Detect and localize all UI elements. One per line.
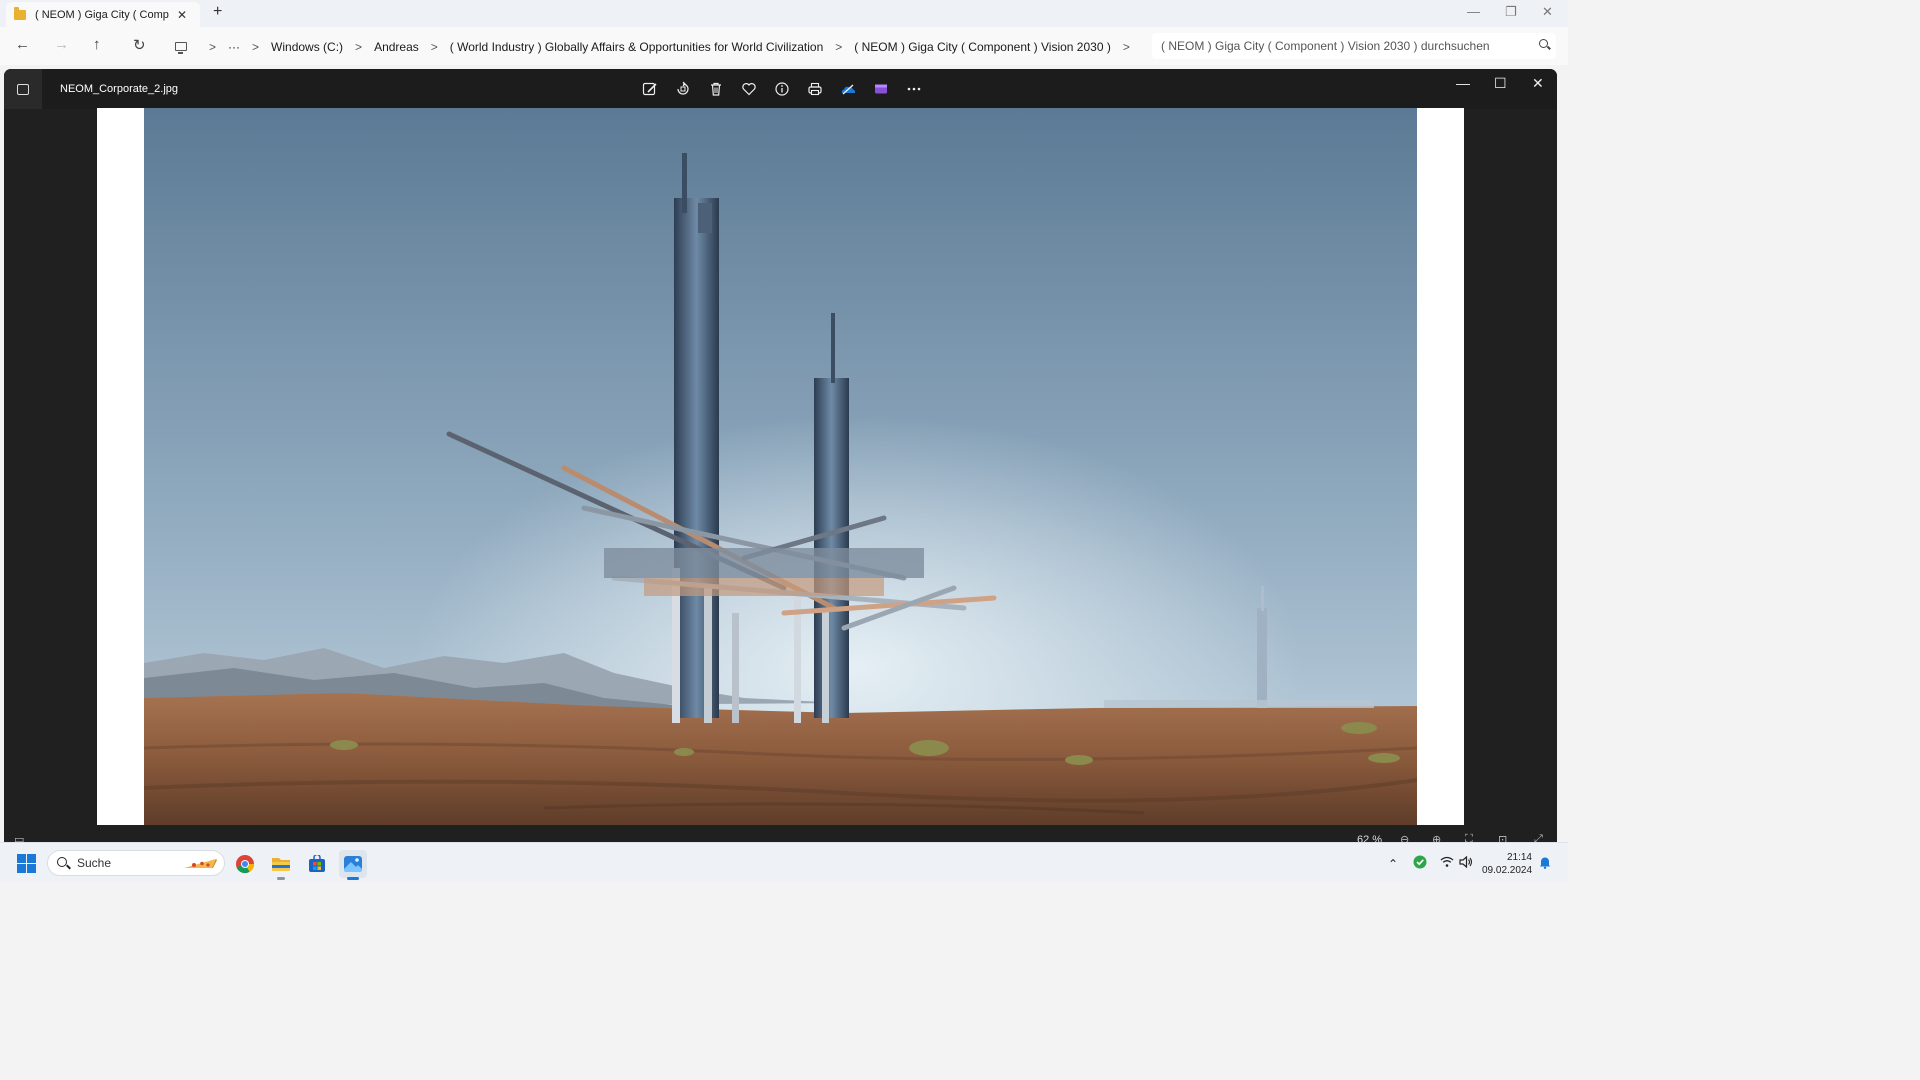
microsoft-store-icon[interactable]	[303, 850, 331, 878]
taskbar-clock[interactable]: 21:14 09.02.2024	[1482, 851, 1532, 877]
breadcrumb-more[interactable]: ···	[228, 40, 240, 54]
breadcrumb-user[interactable]: Andreas	[374, 40, 419, 54]
chevron-right-icon[interactable]: >	[209, 40, 216, 54]
fit-to-window-icon[interactable]: ⛶	[1465, 833, 1473, 842]
photos-viewer-window: NEOM_Corporate_2.jpg — ☐ ✕ ▭ 62 % ⊖ ⊕ ⛶ …	[4, 69, 1557, 842]
start-button[interactable]	[17, 854, 36, 873]
search-label: Suche	[77, 856, 112, 870]
close-tab-icon[interactable]: ✕	[177, 8, 187, 22]
file-name: NEOM_Corporate_2.jpg	[60, 83, 179, 95]
forward-button[interactable]: →	[54, 36, 69, 53]
folder-search-input[interactable]: ( NEOM ) Giga City ( Component ) Vision …	[1152, 33, 1556, 59]
chevron-right-icon[interactable]: >	[1123, 40, 1130, 54]
close-window-button[interactable]: ✕	[1542, 4, 1553, 20]
show-hidden-icons-chevron[interactable]: ⌃	[1388, 857, 1398, 871]
breadcrumb-folder[interactable]: ( World Industry ) Globally Affairs & Op…	[450, 40, 823, 54]
clipchamp-icon[interactable]	[871, 79, 891, 99]
actual-size-icon[interactable]: ⊡	[1498, 833, 1507, 842]
fullscreen-icon[interactable]: ⤢	[1534, 833, 1543, 842]
file-explorer-icon[interactable]	[267, 850, 295, 880]
refresh-button[interactable]: ↻	[133, 36, 146, 54]
back-button[interactable]: ←	[15, 36, 30, 53]
address-bar[interactable]: > ··· > Windows (C:) > Andreas > ( World…	[164, 33, 1144, 60]
explorer-tab-strip: ( NEOM ) Giga City ( Compone ✕ + — ❐ ✕	[0, 0, 1568, 27]
search-icon	[57, 857, 67, 867]
photos-app-icon[interactable]	[4, 69, 42, 109]
clock-date: 09.02.2024	[1482, 865, 1533, 876]
zoom-level: 62 %	[1357, 834, 1383, 842]
chevron-right-icon[interactable]: >	[252, 40, 259, 54]
zoom-in-icon[interactable]: ⊕	[1432, 833, 1441, 842]
zoom-out-icon[interactable]: ⊖	[1400, 833, 1409, 842]
rotate-icon[interactable]	[673, 79, 693, 99]
new-tab-button[interactable]: +	[213, 3, 222, 21]
viewer-close-button[interactable]: ✕	[1532, 75, 1544, 92]
folder-icon	[14, 6, 26, 20]
edit-icon[interactable]	[640, 79, 660, 99]
breadcrumb-current-folder[interactable]: ( NEOM ) Giga City ( Component ) Vision …	[854, 40, 1111, 54]
taskbar: Suche ⌃ 21:14 09.02.2024	[0, 842, 1568, 882]
print-icon[interactable]	[805, 79, 825, 99]
viewer-toolbar	[640, 79, 924, 101]
chevron-right-icon[interactable]: >	[431, 40, 438, 54]
search-placeholder: ( NEOM ) Giga City ( Component ) Vision …	[1161, 39, 1490, 53]
breadcrumb-drive[interactable]: Windows (C:)	[271, 40, 343, 54]
up-button[interactable]: ↑	[93, 36, 101, 53]
chevron-right-icon[interactable]: >	[835, 40, 842, 54]
delete-icon[interactable]	[706, 79, 726, 99]
explorer-tab[interactable]: ( NEOM ) Giga City ( Compone ✕	[6, 2, 200, 27]
search-highlight-pizza-icon	[184, 859, 217, 868]
volume-icon[interactable]	[1459, 855, 1473, 871]
chrome-icon[interactable]	[231, 850, 259, 878]
search-icon[interactable]	[1539, 39, 1548, 48]
displayed-photo[interactable]	[144, 108, 1417, 825]
minimize-button[interactable]: —	[1467, 4, 1480, 19]
clock-time: 21:14	[1506, 852, 1532, 863]
favorite-icon[interactable]	[739, 79, 759, 99]
this-pc-icon[interactable]	[175, 42, 187, 54]
restore-button[interactable]: ❐	[1505, 4, 1517, 20]
notification-bell-icon[interactable]	[1539, 856, 1551, 872]
image-canvas[interactable]	[97, 108, 1464, 825]
security-status-icon[interactable]	[1413, 855, 1427, 872]
viewer-minimize-button[interactable]: —	[1456, 75, 1470, 91]
wifi-icon[interactable]	[1440, 856, 1454, 871]
onedrive-icon[interactable]	[838, 79, 858, 99]
chevron-right-icon[interactable]: >	[355, 40, 362, 54]
filmstrip-toggle-icon[interactable]: ▭	[14, 833, 24, 842]
photos-icon[interactable]	[339, 850, 367, 880]
taskbar-search-box[interactable]: Suche	[47, 850, 225, 876]
explorer-navigation-bar: ← → ↑ ↻ > ··· > Windows (C:) > Andreas >…	[0, 27, 1568, 65]
viewer-title-bar: NEOM_Corporate_2.jpg — ☐ ✕	[4, 69, 1557, 109]
tab-title: ( NEOM ) Giga City ( Compone	[35, 8, 169, 21]
viewer-maximize-button[interactable]: ☐	[1494, 75, 1507, 92]
more-icon[interactable]	[904, 79, 924, 99]
info-icon[interactable]	[772, 79, 792, 99]
viewer-footer: ▭ 62 % ⊖ ⊕ ⛶ ⊡ ⤢	[4, 826, 1557, 842]
